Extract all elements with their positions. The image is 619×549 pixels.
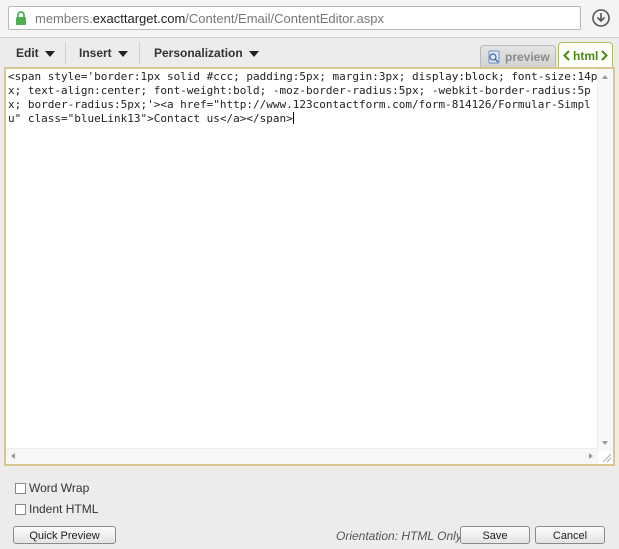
scroll-down-arrow-icon[interactable]	[602, 441, 608, 445]
url-field[interactable]: members.exacttarget.com/Content/Email/Co…	[8, 6, 581, 30]
save-button[interactable]: Save	[460, 526, 530, 544]
horizontal-scrollbar[interactable]	[6, 448, 598, 464]
toolbar-divider	[65, 42, 66, 64]
html-code-editor[interactable]: <span style='border:1px solid #ccc; padd…	[4, 67, 615, 466]
word-wrap-checkbox[interactable]	[15, 483, 26, 494]
code-content[interactable]: <span style='border:1px solid #ccc; padd…	[8, 70, 598, 126]
browser-address-bar: members.exacttarget.com/Content/Email/Co…	[0, 0, 619, 38]
text-cursor	[292, 112, 294, 124]
menu-personalization[interactable]: Personalization	[154, 46, 259, 60]
orientation-status: Orientation: HTML Only	[336, 529, 462, 543]
chevron-right-icon	[601, 50, 608, 61]
chevron-left-icon	[563, 50, 570, 61]
indent-html-option[interactable]: Indent HTML	[15, 502, 98, 516]
tab-preview-label: preview	[505, 50, 550, 64]
tab-preview[interactable]: preview	[480, 45, 556, 67]
tab-html-label: html	[573, 49, 599, 63]
preview-icon	[488, 50, 500, 64]
menu-edit[interactable]: Edit	[16, 46, 55, 60]
chevron-down-icon	[248, 50, 259, 57]
menu-insert[interactable]: Insert	[79, 46, 128, 60]
chevron-down-icon	[44, 50, 55, 57]
vertical-scrollbar[interactable]	[597, 69, 613, 451]
indent-html-checkbox[interactable]	[15, 504, 26, 515]
toolbar-divider	[139, 42, 140, 64]
cancel-button[interactable]: Cancel	[535, 526, 605, 544]
scroll-left-arrow-icon[interactable]	[11, 453, 15, 459]
lock-icon	[16, 11, 26, 25]
url-text: members.exacttarget.com/Content/Email/Co…	[35, 11, 385, 26]
scroll-up-arrow-icon[interactable]	[602, 75, 608, 79]
quick-preview-button[interactable]: Quick Preview	[13, 526, 116, 544]
tab-html[interactable]: html	[558, 42, 613, 68]
download-icon[interactable]	[591, 8, 611, 28]
word-wrap-option[interactable]: Word Wrap	[15, 481, 89, 495]
resize-grip-icon[interactable]	[600, 451, 612, 463]
chevron-down-icon	[117, 50, 128, 57]
scroll-right-arrow-icon[interactable]	[589, 453, 593, 459]
